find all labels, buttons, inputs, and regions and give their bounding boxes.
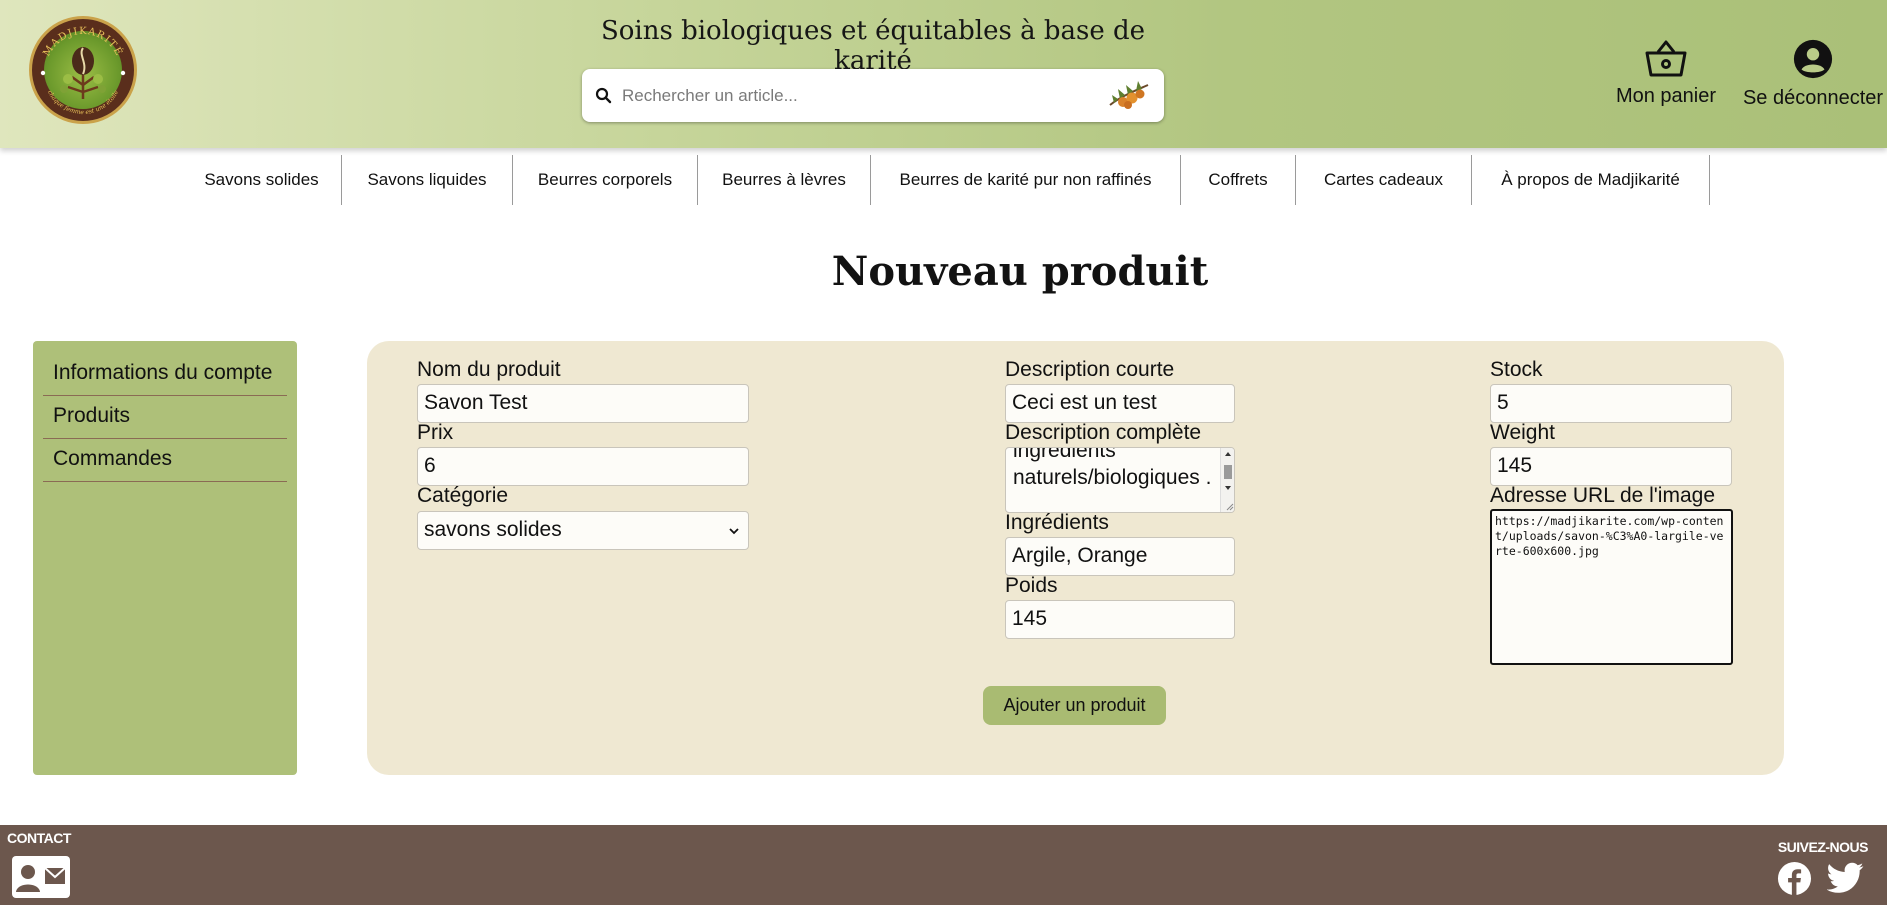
search-bar[interactable] (582, 69, 1164, 122)
price-label: Prix (417, 421, 454, 444)
description-scrollbar[interactable] (1220, 448, 1234, 512)
nav-item-savons-solides[interactable]: Savons solides (182, 155, 342, 205)
site-footer: CONTACT SUIVEZ-NOUS (0, 825, 1887, 905)
account-sidebar: Informations du compte Produits Commande… (33, 341, 297, 775)
page-title: Nouveau produit (831, 248, 1209, 295)
nav-item-savons-liquides[interactable]: Savons liquides (342, 155, 513, 205)
nav-item-beurres-levres[interactable]: Beurres à lèvres (698, 155, 871, 205)
site-tagline: Soins biologiques et équitables à base d… (600, 16, 1146, 76)
nav-item-beurres-karite-pur[interactable]: Beurres de karité pur non raffinés (871, 155, 1181, 205)
shea-fruit-icon (1109, 81, 1149, 109)
logout-label: Se déconnecter (1742, 87, 1884, 109)
stock-input[interactable]: 5 (1490, 384, 1732, 423)
nav-item-beurres-corporels[interactable]: Beurres corporels (513, 155, 698, 205)
footer-contact-title: CONTACT (7, 830, 71, 846)
basket-icon (1645, 40, 1687, 77)
user-circle-icon (1793, 39, 1833, 79)
cart-label: Mon panier (1615, 85, 1717, 107)
poids-input[interactable]: 145 (1005, 600, 1235, 639)
sidebar-item-account-info[interactable]: Informations du compte (43, 353, 287, 396)
sidebar-item-products[interactable]: Produits (43, 396, 287, 439)
category-select-value: savons solides (424, 518, 562, 541)
full-description-textarea[interactable]: ingrédients naturels/biologiques . (1005, 447, 1235, 513)
short-description-label: Description courte (1005, 358, 1175, 381)
add-product-button[interactable]: Ajouter un produit (983, 686, 1166, 725)
category-select[interactable]: savons solides (417, 511, 749, 550)
logo-tree-icon: MADJIKARITÉ chaque femme est une étoile (40, 26, 126, 116)
poids-label: Poids (1005, 574, 1058, 597)
chevron-down-icon (729, 528, 739, 535)
full-description-label: Description complète (1005, 421, 1202, 444)
search-input[interactable] (622, 79, 1082, 112)
ingredients-label: Ingrédients (1005, 511, 1109, 534)
image-url-textarea[interactable]: https://madjikarite.com/wp-content/uploa… (1490, 509, 1733, 665)
logout-button[interactable]: Se déconnecter (1742, 38, 1884, 110)
category-label: Catégorie (417, 484, 509, 507)
brand-logo[interactable]: MADJIKARITÉ chaque femme est une étoile (29, 16, 137, 124)
image-url-label: Adresse URL de l'image (1490, 484, 1716, 507)
category-nav: Savons solides Savons liquides Beurres c… (0, 155, 1887, 205)
stock-label: Stock (1490, 358, 1543, 381)
twitter-icon[interactable] (1827, 862, 1864, 894)
sidebar-item-orders[interactable]: Commandes (43, 439, 287, 482)
facebook-icon[interactable] (1777, 861, 1812, 896)
price-input[interactable]: 6 (417, 447, 749, 486)
cart-button[interactable]: Mon panier (1608, 38, 1724, 108)
footer-follow-title: SUIVEZ-NOUS (1777, 839, 1869, 855)
ingredients-input[interactable]: Argile, Orange (1005, 537, 1235, 576)
product-name-input[interactable]: Savon Test (417, 384, 749, 423)
site-header: MADJIKARITÉ chaque femme est une étoile … (0, 0, 1887, 148)
short-description-input[interactable]: Ceci est un test (1005, 384, 1235, 423)
product-name-label: Nom du produit (417, 358, 561, 381)
nav-item-a-propos[interactable]: À propos de Madjikarité (1472, 155, 1710, 205)
nav-item-cartes-cadeaux[interactable]: Cartes cadeaux (1296, 155, 1472, 205)
contact-card-icon[interactable] (11, 855, 71, 899)
scrollbar-arrows-icon (1224, 452, 1234, 511)
image-url-text: https://madjikarite.com/wp-content/uploa… (1495, 514, 1724, 558)
search-icon[interactable] (594, 86, 614, 106)
weight-input[interactable]: 145 (1490, 447, 1732, 486)
weight-label: Weight (1490, 421, 1555, 444)
full-description-text: ingrédients naturels/biologiques . (1013, 447, 1212, 489)
nav-item-coffrets[interactable]: Coffrets (1181, 155, 1296, 205)
